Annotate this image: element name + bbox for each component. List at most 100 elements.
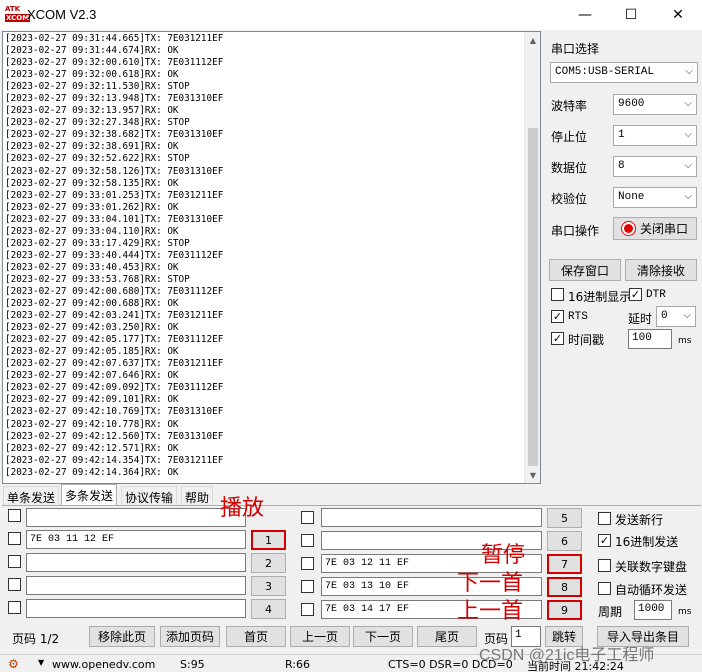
gear-icon[interactable]: ⚙	[8, 657, 19, 671]
send-button-7[interactable]: 7	[547, 554, 582, 574]
scroll-down-icon[interactable]: ▼	[525, 467, 540, 483]
chevron-down-icon: ⌵	[684, 161, 692, 172]
send-entry-1[interactable]: 7E 03 11 12 EF	[26, 530, 246, 549]
row-checkbox[interactable]	[301, 534, 314, 547]
parity-select[interactable]: None ⌵	[613, 187, 697, 208]
timestamp-input[interactable]: 100	[628, 329, 672, 349]
clear-receive-button[interactable]: 清除接收	[625, 259, 697, 281]
annotation-pause: 暂停	[481, 543, 526, 568]
tab-multi-send[interactable]: 多条发送	[61, 484, 118, 506]
minimize-button[interactable]: —	[562, 0, 608, 30]
send-button-3[interactable]: 3	[251, 576, 286, 596]
prev-page-button[interactable]: 上一页	[290, 626, 350, 647]
chevron-down-icon: ⌵	[684, 99, 692, 110]
dtr-checkbox[interactable]: ✓	[629, 288, 642, 301]
row-checkbox[interactable]	[301, 557, 314, 570]
add-page-button[interactable]: 添加页码	[160, 626, 220, 647]
send-button-9[interactable]: 9	[547, 600, 582, 620]
sent-count: S:95	[180, 658, 205, 671]
received-count: R:66	[285, 658, 311, 671]
rts-checkbox[interactable]: ✓	[551, 310, 564, 323]
row-checkbox[interactable]	[8, 555, 21, 568]
last-page-button[interactable]: 尾页	[417, 626, 477, 647]
log-line: [2023-02-27 09:42:00.688]RX: OK	[5, 298, 179, 310]
timestamp-checkbox[interactable]: ✓	[551, 332, 564, 345]
send-button-8[interactable]: 8	[547, 577, 582, 597]
log-line: [2023-02-27 09:42:05.177]TX: 7E031112EF	[5, 334, 224, 346]
send-button-6[interactable]: 6	[547, 531, 582, 551]
period-input[interactable]: 1000	[634, 600, 672, 620]
log-scrollbar[interactable]: ▲ ▼	[524, 32, 540, 483]
port-op-label: 串口操作	[551, 224, 600, 238]
scroll-up-icon[interactable]: ▲	[525, 32, 540, 48]
tab-single-send[interactable]: 单条发送	[3, 486, 60, 506]
log-line: [2023-02-27 09:31:44.665]TX: 7E031211EF	[5, 33, 224, 44]
log-line: [2023-02-27 09:33:04.110]RX: OK	[5, 225, 179, 237]
hex-send-checkbox[interactable]: ✓	[598, 534, 611, 547]
row-checkbox[interactable]	[8, 532, 21, 545]
log-line: [2023-02-27 09:32:52.622]RX: STOP	[5, 153, 190, 165]
close-port-button[interactable]: 关闭串口	[613, 217, 697, 240]
stopbits-select[interactable]: 1 ⌵	[613, 125, 697, 146]
log-line: [2023-02-27 09:32:00.610]TX: 7E031112EF	[5, 57, 224, 69]
annotation-play: 播放	[220, 496, 265, 521]
send-newline-checkbox[interactable]	[598, 512, 611, 525]
send-button-5[interactable]: 5	[547, 508, 582, 528]
send-button-1[interactable]: 1	[251, 530, 286, 550]
log-line: [2023-02-27 09:42:14.354]TX: 7E031211EF	[5, 454, 224, 466]
next-page-button[interactable]: 下一页	[353, 626, 413, 647]
scroll-thumb[interactable]	[528, 128, 538, 466]
stopbits-label: 停止位	[551, 130, 588, 144]
row-checkbox[interactable]	[8, 601, 21, 614]
send-entry-3[interactable]	[26, 576, 246, 595]
save-window-button[interactable]: 保存窗口	[549, 259, 621, 281]
link-numpad-checkbox[interactable]	[598, 559, 611, 572]
log-line: [2023-02-27 09:32:00.618]RX: OK	[5, 69, 179, 81]
databits-select[interactable]: 8 ⌵	[613, 156, 697, 177]
maximize-button[interactable]: ☐	[608, 0, 654, 30]
send-button-4[interactable]: 4	[251, 599, 286, 619]
send-entry-0[interactable]	[26, 508, 246, 527]
log-line: [2023-02-27 09:33:01.253]TX: 7E031211EF	[5, 189, 224, 201]
log-line: [2023-02-27 09:32:13.957]RX: OK	[5, 105, 179, 117]
log-line: [2023-02-27 09:33:40.444]TX: 7E031112EF	[5, 249, 224, 261]
close-button[interactable]: ✕	[655, 0, 701, 30]
row-checkbox[interactable]	[8, 578, 21, 591]
annotation-next: 下一首	[457, 571, 524, 596]
row-checkbox[interactable]	[8, 509, 21, 522]
delay-value: 0	[661, 310, 668, 322]
log-line: [2023-02-27 09:42:03.250]RX: OK	[5, 322, 179, 334]
power-icon	[621, 222, 635, 235]
log-line: [2023-02-27 09:42:12.571]RX: OK	[5, 442, 179, 454]
dtr-label: DTR	[646, 289, 666, 301]
row-checkbox[interactable]	[301, 511, 314, 524]
log-line: [2023-02-27 09:42:09.092]TX: 7E031112EF	[5, 382, 224, 394]
log-line: [2023-02-27 09:42:07.646]RX: OK	[5, 370, 179, 382]
hex-display-checkbox[interactable]	[551, 288, 564, 301]
send-entry-2[interactable]	[26, 553, 246, 572]
log-line: [2023-02-27 09:33:04.101]TX: 7E031310EF	[5, 213, 224, 225]
send-entry-5[interactable]	[321, 508, 542, 527]
window-title: XCOM V2.3	[27, 7, 97, 22]
log-line: [2023-02-27 09:42:05.185]RX: OK	[5, 346, 179, 358]
send-entry-4[interactable]	[26, 599, 246, 618]
remove-page-button[interactable]: 移除此页	[89, 626, 155, 647]
first-page-button[interactable]: 首页	[226, 626, 286, 647]
port-select[interactable]: COM5:USB-SERIAL ⌵	[550, 62, 698, 83]
tab-help[interactable]: 帮助	[181, 486, 214, 506]
chevron-down-icon[interactable]: ▼	[38, 658, 44, 667]
baud-select[interactable]: 9600 ⌵	[613, 94, 697, 115]
auto-loop-checkbox[interactable]	[598, 582, 611, 595]
receive-log[interactable]: [2023-02-27 09:31:44.665]TX: 7E031211EF […	[2, 31, 541, 484]
chevron-down-icon: ⌵	[684, 130, 692, 141]
delay-select[interactable]: 0 ⌵	[656, 306, 696, 327]
parity-label: 校验位	[551, 192, 588, 206]
log-line: [2023-02-27 09:42:09.101]RX: OK	[5, 394, 179, 406]
port-value: COM5:USB-SERIAL	[555, 66, 655, 78]
tab-protocol[interactable]: 协议传输	[121, 486, 178, 506]
row-checkbox[interactable]	[301, 580, 314, 593]
row-checkbox[interactable]	[301, 603, 314, 616]
send-button-2[interactable]: 2	[251, 553, 286, 573]
log-line: [2023-02-27 09:32:11.530]RX: STOP	[5, 81, 190, 93]
website-link[interactable]: www.openedv.com	[52, 658, 155, 671]
